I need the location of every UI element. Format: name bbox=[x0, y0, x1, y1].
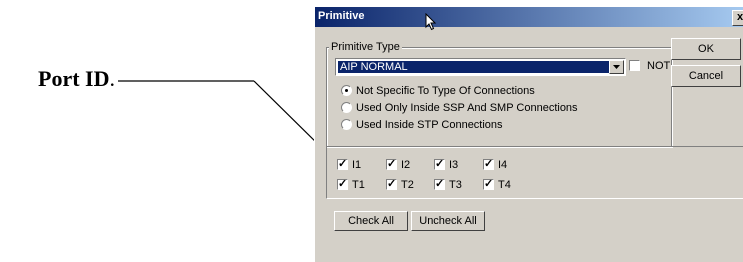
checkmark-icon: ✓ bbox=[484, 178, 494, 190]
checkmark-icon: ✓ bbox=[387, 178, 397, 190]
checkbox[interactable]: ✓ bbox=[337, 158, 348, 170]
radio-button[interactable] bbox=[341, 102, 352, 113]
radio-label: Used Inside STP Connections bbox=[356, 119, 503, 131]
primitive-dialog: Primitive x Primitive Type AIP NORMAL NO… bbox=[314, 6, 743, 262]
radio-label: Used Only Inside SSP And SMP Connections bbox=[356, 102, 578, 114]
ok-button[interactable]: OK bbox=[671, 38, 741, 60]
checkmark-icon: ✓ bbox=[435, 178, 445, 190]
port-label: I1 bbox=[352, 159, 362, 171]
chevron-down-icon bbox=[613, 64, 620, 69]
port-label: T2 bbox=[401, 179, 414, 191]
checkbox[interactable]: ✓ bbox=[483, 178, 494, 190]
port-label: T3 bbox=[449, 179, 462, 191]
port-checkbox-i3[interactable]: ✓ I3 bbox=[434, 158, 459, 171]
port-label: I4 bbox=[498, 159, 508, 171]
port-id-annotation: Port ID. bbox=[38, 66, 115, 92]
port-label: I3 bbox=[449, 159, 459, 171]
primitive-type-dropdown[interactable]: AIP NORMAL bbox=[335, 58, 626, 76]
checkbox[interactable]: ✓ bbox=[386, 158, 397, 170]
uncheck-all-button[interactable]: Uncheck All bbox=[411, 211, 485, 231]
checkbox[interactable]: ✓ bbox=[434, 158, 445, 170]
checkbox[interactable]: ✓ bbox=[434, 178, 445, 190]
port-checkbox-t2[interactable]: ✓ T2 bbox=[386, 178, 414, 191]
checkmark-icon: ✓ bbox=[435, 158, 445, 170]
port-id-period: . bbox=[109, 66, 115, 91]
radio-button-selected[interactable] bbox=[341, 85, 352, 96]
close-icon: x bbox=[736, 11, 743, 23]
radio-not-specific[interactable]: Not Specific To Type Of Connections bbox=[341, 85, 535, 97]
port-id-label: Port ID bbox=[38, 66, 110, 91]
checkmark-icon: ✓ bbox=[338, 158, 348, 170]
checkmark-icon: ✓ bbox=[484, 158, 494, 170]
radio-ssp-smp[interactable]: Used Only Inside SSP And SMP Connections bbox=[341, 102, 578, 114]
dropdown-arrow-button[interactable] bbox=[609, 60, 624, 74]
close-button[interactable]: x bbox=[732, 10, 743, 26]
checkbox[interactable]: ✓ bbox=[337, 178, 348, 190]
mouse-pointer-icon bbox=[425, 13, 437, 31]
checkmark-icon: ✓ bbox=[387, 158, 397, 170]
checkmark-icon: ✓ bbox=[338, 178, 348, 190]
port-label: T1 bbox=[352, 179, 365, 191]
port-checkbox-i4[interactable]: ✓ I4 bbox=[483, 158, 508, 171]
not-checkbox[interactable] bbox=[629, 60, 640, 71]
cancel-button[interactable]: Cancel bbox=[671, 65, 741, 87]
radio-label: Not Specific To Type Of Connections bbox=[356, 85, 535, 97]
primitive-type-group-title: Primitive Type bbox=[329, 41, 402, 53]
port-id-group bbox=[326, 146, 743, 199]
title-bar[interactable]: Primitive x bbox=[315, 7, 743, 31]
port-label: I2 bbox=[401, 159, 411, 171]
radio-stp[interactable]: Used Inside STP Connections bbox=[341, 119, 503, 131]
checkbox[interactable]: ✓ bbox=[386, 178, 397, 190]
port-checkbox-i2[interactable]: ✓ I2 bbox=[386, 158, 411, 171]
check-all-button[interactable]: Check All bbox=[334, 211, 408, 231]
not-label: NOT bbox=[647, 60, 671, 72]
port-checkbox-t4[interactable]: ✓ T4 bbox=[483, 178, 511, 191]
checkbox[interactable]: ✓ bbox=[483, 158, 494, 170]
port-checkbox-i1[interactable]: ✓ I1 bbox=[337, 158, 362, 171]
port-checkbox-t3[interactable]: ✓ T3 bbox=[434, 178, 462, 191]
dialog-title: Primitive bbox=[318, 10, 365, 22]
port-label: T4 bbox=[498, 179, 511, 191]
port-checkbox-t1[interactable]: ✓ T1 bbox=[337, 178, 365, 191]
primitive-type-selected: AIP NORMAL bbox=[338, 61, 611, 73]
radio-button[interactable] bbox=[341, 119, 352, 130]
